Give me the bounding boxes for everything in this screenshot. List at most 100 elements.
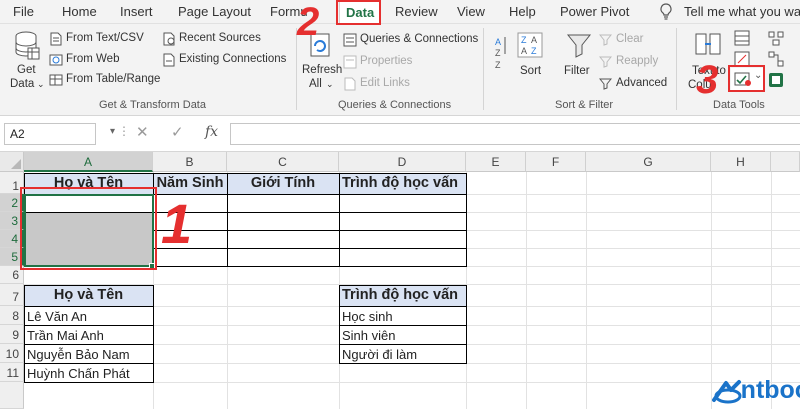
column-header-h[interactable]: H bbox=[711, 152, 771, 172]
column-header-g[interactable]: G bbox=[586, 152, 711, 172]
cell-d8[interactable]: Học sinh bbox=[339, 308, 393, 325]
cancel-icon[interactable]: ✕ bbox=[136, 123, 149, 141]
row-header-10[interactable]: 10 bbox=[0, 344, 24, 363]
svg-text:Z: Z bbox=[495, 60, 501, 70]
tab-review[interactable]: Review bbox=[395, 4, 438, 19]
insert-function-button[interactable]: fx bbox=[205, 124, 218, 140]
menu-bar: File Home Insert Page Layout Formu Data … bbox=[0, 0, 800, 25]
row-header-7[interactable]: 7 bbox=[0, 284, 24, 306]
cell-a9[interactable]: Trần Mai Anh bbox=[24, 327, 104, 344]
relationships-icon[interactable] bbox=[768, 51, 784, 67]
web-icon bbox=[49, 54, 63, 66]
from-table-range-button[interactable]: From Table/Range bbox=[66, 73, 160, 85]
brand-logo-text: ntbook bbox=[740, 376, 800, 404]
tab-help[interactable]: Help bbox=[509, 4, 536, 19]
table-border bbox=[24, 363, 154, 364]
edit-links-button[interactable]: Edit Links bbox=[360, 77, 410, 89]
formula-bar: A2 ▾ ⋮ ✕ ✓ fx bbox=[0, 116, 800, 152]
brand-mark-icon bbox=[711, 380, 742, 404]
column-header-c[interactable]: C bbox=[227, 152, 339, 172]
cell-a10[interactable]: Nguyễn Bảo Nam bbox=[24, 346, 130, 363]
row-header-12[interactable] bbox=[0, 382, 24, 409]
tab-home[interactable]: Home bbox=[62, 4, 97, 19]
gridline bbox=[711, 172, 712, 409]
cell-a8[interactable]: Lê Văn An bbox=[24, 308, 87, 325]
table-border bbox=[24, 306, 154, 307]
row-header-9[interactable]: 9 bbox=[0, 325, 24, 344]
gridline bbox=[771, 172, 772, 409]
sort-az-icon: A Z Z bbox=[495, 37, 506, 70]
tab-power-pivot[interactable]: Power Pivot bbox=[560, 4, 629, 19]
cell-a11[interactable]: Huỳnh Chấn Phát bbox=[24, 365, 130, 382]
table-icon bbox=[49, 74, 63, 86]
existing-connections-button[interactable]: Existing Connections bbox=[179, 53, 286, 65]
properties-icon bbox=[343, 55, 357, 69]
group-get-transform-label: Get & Transform Data bbox=[99, 99, 206, 111]
group-separator bbox=[483, 28, 484, 110]
formula-input[interactable] bbox=[230, 123, 800, 145]
select-all-button[interactable] bbox=[0, 152, 24, 172]
recent-sources-icon bbox=[163, 32, 175, 46]
step-1-label: 1 bbox=[161, 192, 193, 255]
cell-d10[interactable]: Người đi làm bbox=[339, 346, 417, 363]
get-data-label[interactable]: Get bbox=[17, 64, 36, 76]
filter-funnel-icon bbox=[566, 34, 592, 58]
chevron-down-icon[interactable]: ▾ bbox=[110, 126, 115, 137]
step-3-label: 3 bbox=[696, 58, 719, 102]
sort-icon: Z A A Z bbox=[517, 32, 543, 58]
recent-sources-button[interactable]: Recent Sources bbox=[179, 32, 261, 44]
tell-me-search[interactable]: Tell me what you wan bbox=[684, 4, 800, 19]
svg-text:A: A bbox=[521, 46, 527, 56]
tab-view[interactable]: View bbox=[457, 4, 485, 19]
from-web-button[interactable]: From Web bbox=[66, 53, 119, 65]
get-data-label-2[interactable]: Data bbox=[10, 78, 34, 90]
name-box[interactable]: A2 bbox=[4, 123, 96, 145]
properties-button[interactable]: Properties bbox=[360, 55, 412, 67]
sort-button[interactable]: Sort bbox=[520, 65, 541, 77]
tab-file[interactable]: File bbox=[13, 4, 34, 19]
tab-page-layout[interactable]: Page Layout bbox=[178, 4, 251, 19]
text-to-columns-icon bbox=[695, 33, 721, 55]
flash-fill-icon[interactable] bbox=[734, 30, 750, 46]
database-icon bbox=[15, 31, 40, 60]
reapply-icon bbox=[599, 56, 612, 68]
from-text-csv-button[interactable]: From Text/CSV bbox=[66, 32, 144, 44]
advanced-button[interactable]: Advanced bbox=[616, 77, 667, 89]
queries-connections-button[interactable]: Queries & Connections bbox=[360, 33, 478, 45]
refresh-all-label-2[interactable]: All bbox=[309, 78, 322, 90]
group-data-tools-label: Data Tools bbox=[713, 99, 765, 111]
enter-check-icon[interactable]: ✓ bbox=[171, 123, 184, 141]
column-header-d[interactable]: D bbox=[339, 152, 466, 172]
row-header-8[interactable]: 8 bbox=[0, 306, 24, 325]
reapply-button[interactable]: Reapply bbox=[616, 55, 658, 67]
table-border bbox=[339, 344, 467, 345]
svg-text:Z: Z bbox=[495, 48, 501, 58]
consolidate-icon[interactable] bbox=[768, 30, 784, 46]
filter-button[interactable]: Filter bbox=[564, 65, 590, 77]
more-dots-icon: ⋮ bbox=[118, 124, 130, 138]
manage-data-model-icon[interactable] bbox=[768, 72, 784, 88]
column-header-a[interactable]: A bbox=[24, 152, 153, 172]
edit-links-icon bbox=[344, 77, 356, 91]
highlight-data-validation bbox=[728, 65, 765, 92]
svg-text:A: A bbox=[531, 35, 537, 45]
cell-d9[interactable]: Sinh viên bbox=[339, 327, 395, 344]
refresh-all-label[interactable]: Refresh bbox=[302, 64, 342, 76]
tab-insert[interactable]: Insert bbox=[120, 4, 153, 19]
group-sort-filter-label: Sort & Filter bbox=[555, 99, 614, 111]
column-header-i[interactable] bbox=[771, 152, 800, 172]
chevron-down-icon: ⌄ bbox=[326, 79, 334, 89]
column-header-b[interactable]: B bbox=[153, 152, 227, 172]
clear-button[interactable]: Clear bbox=[616, 33, 643, 45]
column-header-e[interactable]: E bbox=[466, 152, 526, 172]
queries-connections-icon bbox=[343, 33, 357, 47]
column-header-f[interactable]: F bbox=[526, 152, 586, 172]
table-border bbox=[339, 306, 467, 307]
svg-text:Z: Z bbox=[521, 35, 527, 45]
highlight-range-a2-a5 bbox=[20, 187, 157, 270]
table-border bbox=[339, 173, 340, 267]
highlight-data-tab bbox=[336, 0, 381, 25]
table-border bbox=[339, 325, 467, 326]
row-header-11[interactable]: 11 bbox=[0, 363, 24, 382]
svg-text:Z: Z bbox=[531, 46, 537, 56]
